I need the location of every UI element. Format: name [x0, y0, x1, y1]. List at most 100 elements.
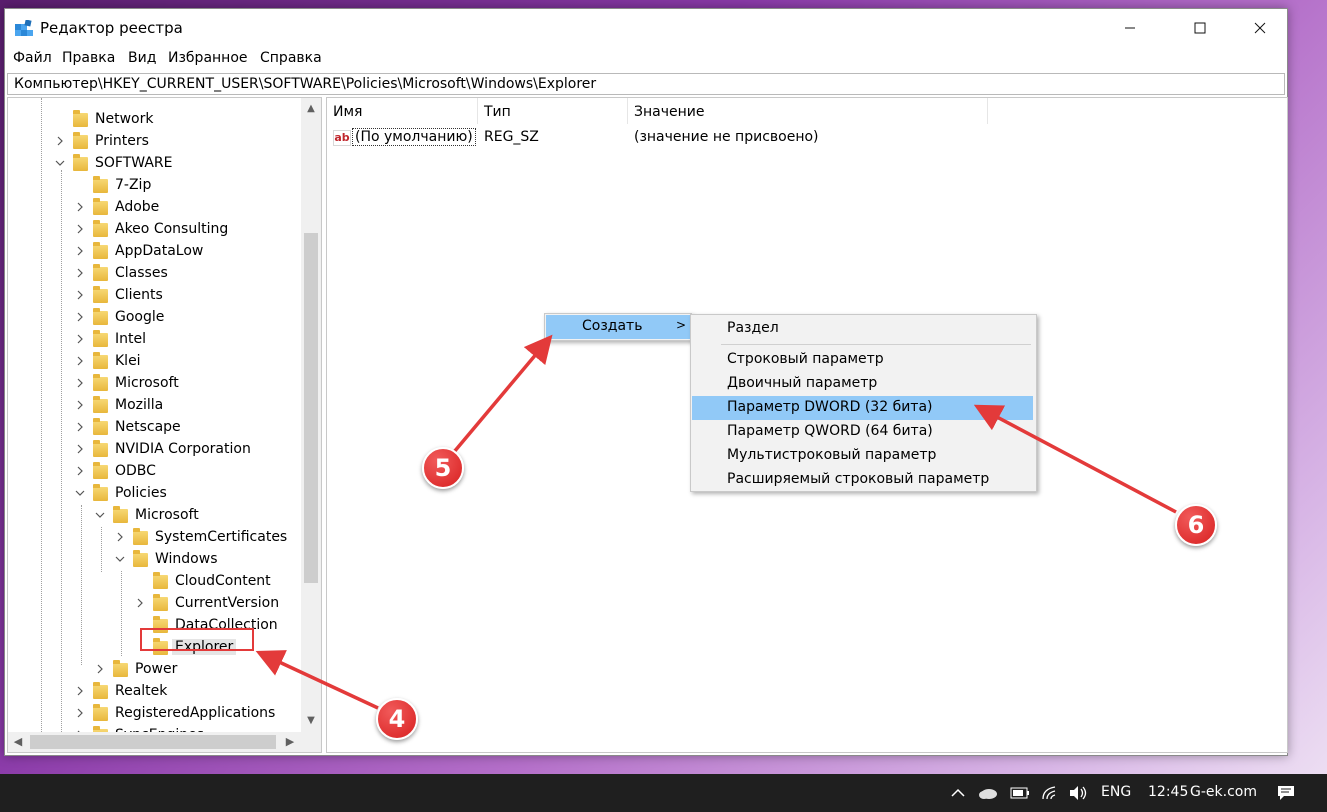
- tree-vertical-scrollbar[interactable]: ▲ ▼: [301, 98, 321, 732]
- chevron-right-icon[interactable]: [73, 331, 87, 347]
- tree-node[interactable]: Clients: [8, 285, 300, 307]
- annotation-badge-6: 6: [1175, 504, 1217, 546]
- tree-node[interactable]: Google: [8, 307, 300, 329]
- chevron-right-icon[interactable]: [113, 529, 127, 545]
- scroll-thumb[interactable]: [304, 233, 318, 583]
- notifications-icon[interactable]: [1276, 783, 1296, 803]
- scroll-right-icon[interactable]: ▶: [280, 732, 300, 752]
- tree-horizontal-scrollbar[interactable]: ◀ ▶: [8, 732, 321, 752]
- scroll-left-icon[interactable]: ◀: [8, 732, 28, 752]
- chevron-right-icon[interactable]: [73, 309, 87, 325]
- chevron-right-icon[interactable]: [73, 705, 87, 721]
- scroll-up-icon[interactable]: ▲: [301, 100, 321, 118]
- string-value-icon: ab: [333, 130, 351, 146]
- chevron-right-icon[interactable]: [53, 133, 67, 149]
- tree-node[interactable]: Network: [8, 109, 300, 131]
- tree-node[interactable]: Policies: [8, 483, 300, 505]
- tree-node[interactable]: Printers: [8, 131, 300, 153]
- column-type[interactable]: Тип: [478, 98, 628, 124]
- chevron-right-icon[interactable]: [73, 375, 87, 391]
- submenu-item-dword[interactable]: Параметр DWORD (32 бита): [692, 396, 1033, 420]
- create-submenu: Раздел Строковый параметр Двоичный парам…: [690, 314, 1037, 492]
- chevron-right-icon[interactable]: [73, 265, 87, 281]
- submenu-item-string[interactable]: Строковый параметр: [692, 348, 1033, 372]
- tree-node-label: SystemCertificates: [155, 529, 288, 545]
- tree-node-label: CurrentVersion: [175, 595, 280, 611]
- chevron-right-icon[interactable]: [73, 441, 87, 457]
- tree-node[interactable]: Microsoft: [8, 505, 300, 527]
- tree-node[interactable]: SystemCertificates: [8, 527, 300, 549]
- tree-node[interactable]: CloudContent: [8, 571, 300, 593]
- tree-node[interactable]: 7-Zip: [8, 175, 300, 197]
- site-watermark: G-ek.com: [1190, 784, 1257, 800]
- column-name[interactable]: Имя: [327, 98, 478, 124]
- chevron-right-icon[interactable]: [133, 595, 147, 611]
- menu-help[interactable]: Справка: [260, 50, 322, 66]
- tree-node[interactable]: RegisteredApplications: [8, 703, 300, 725]
- tree-node[interactable]: Adobe: [8, 197, 300, 219]
- submenu-item-key[interactable]: Раздел: [692, 317, 1033, 341]
- input-language[interactable]: ENG: [1101, 784, 1131, 800]
- volume-icon[interactable]: [1068, 783, 1088, 803]
- chevron-right-icon[interactable]: [73, 243, 87, 259]
- chevron-right-icon[interactable]: [93, 661, 107, 677]
- tree-node[interactable]: CurrentVersion: [8, 593, 300, 615]
- title-bar[interactable]: Редактор реестра: [5, 9, 1287, 47]
- column-value[interactable]: Значение: [628, 98, 988, 124]
- clock-time[interactable]: 12:45: [1148, 784, 1188, 800]
- tree-node-label: Adobe: [115, 199, 160, 215]
- chevron-right-icon[interactable]: [73, 397, 87, 413]
- tree-node[interactable]: Realtek: [8, 681, 300, 703]
- tree-node[interactable]: Klei: [8, 351, 300, 373]
- tree-node[interactable]: Mozilla: [8, 395, 300, 417]
- table-row[interactable]: ab (По умолчанию) REG_SZ (значение не пр…: [327, 126, 1287, 150]
- chevron-down-icon[interactable]: [73, 485, 87, 501]
- chevron-right-icon[interactable]: [73, 683, 87, 699]
- chevron-right-icon[interactable]: [73, 221, 87, 237]
- tree-node[interactable]: Microsoft: [8, 373, 300, 395]
- minimize-button[interactable]: [1101, 9, 1159, 47]
- menu-item-create[interactable]: Создать >: [546, 315, 690, 339]
- tree-node-label: Microsoft: [115, 375, 179, 391]
- tree-node[interactable]: Intel: [8, 329, 300, 351]
- chevron-right-icon[interactable]: [73, 353, 87, 369]
- onedrive-icon[interactable]: [978, 783, 998, 803]
- menu-edit[interactable]: Правка: [62, 50, 115, 66]
- tree-node[interactable]: Akeo Consulting: [8, 219, 300, 241]
- battery-icon[interactable]: [1010, 783, 1030, 803]
- submenu-item-multistring[interactable]: Мультистроковый параметр: [692, 444, 1033, 468]
- submenu-item-expandable-string[interactable]: Расширяемый строковый параметр: [692, 468, 1033, 492]
- chevron-right-icon[interactable]: [73, 419, 87, 435]
- scroll-down-icon[interactable]: ▼: [301, 712, 321, 730]
- close-button[interactable]: [1231, 9, 1289, 47]
- chevron-up-icon[interactable]: [948, 783, 968, 803]
- registry-tree[interactable]: Network Printers SOFTWARE 7-Zip Adobe Akeo Co…: [7, 97, 322, 753]
- chevron-right-icon[interactable]: [73, 287, 87, 303]
- chevron-down-icon[interactable]: [53, 155, 67, 171]
- maximize-button[interactable]: [1171, 9, 1229, 47]
- h-scroll-thumb[interactable]: [30, 735, 276, 749]
- submenu-item-qword[interactable]: Параметр QWORD (64 бита): [692, 420, 1033, 444]
- submenu-item-binary[interactable]: Двоичный параметр: [692, 372, 1033, 396]
- taskbar: ENG 12:45 G-ek.com: [0, 774, 1327, 812]
- folder-icon: [93, 374, 108, 391]
- close-icon: [1254, 22, 1266, 34]
- menu-favorites[interactable]: Избранное: [168, 50, 248, 66]
- tree-node[interactable]: SOFTWARE: [8, 153, 300, 175]
- wifi-icon[interactable]: [1040, 783, 1060, 803]
- chevron-right-icon[interactable]: [73, 463, 87, 479]
- menu-view[interactable]: Вид: [128, 50, 156, 66]
- tree-node[interactable]: AppDataLow: [8, 241, 300, 263]
- chevron-down-icon[interactable]: [113, 551, 127, 567]
- tree-node[interactable]: Netscape: [8, 417, 300, 439]
- tree-node[interactable]: Classes: [8, 263, 300, 285]
- tree-node[interactable]: ODBC: [8, 461, 300, 483]
- chevron-right-icon[interactable]: [73, 199, 87, 215]
- tree-node[interactable]: Power: [8, 659, 300, 681]
- address-bar[interactable]: Компьютер\HKEY_CURRENT_USER\SOFTWARE\Pol…: [7, 73, 1285, 95]
- tree-node[interactable]: Windows: [8, 549, 300, 571]
- tree-node[interactable]: NVIDIA Corporation: [8, 439, 300, 461]
- menu-file[interactable]: Файл: [13, 50, 52, 66]
- chevron-down-icon[interactable]: [93, 507, 107, 523]
- folder-icon: [93, 462, 108, 479]
